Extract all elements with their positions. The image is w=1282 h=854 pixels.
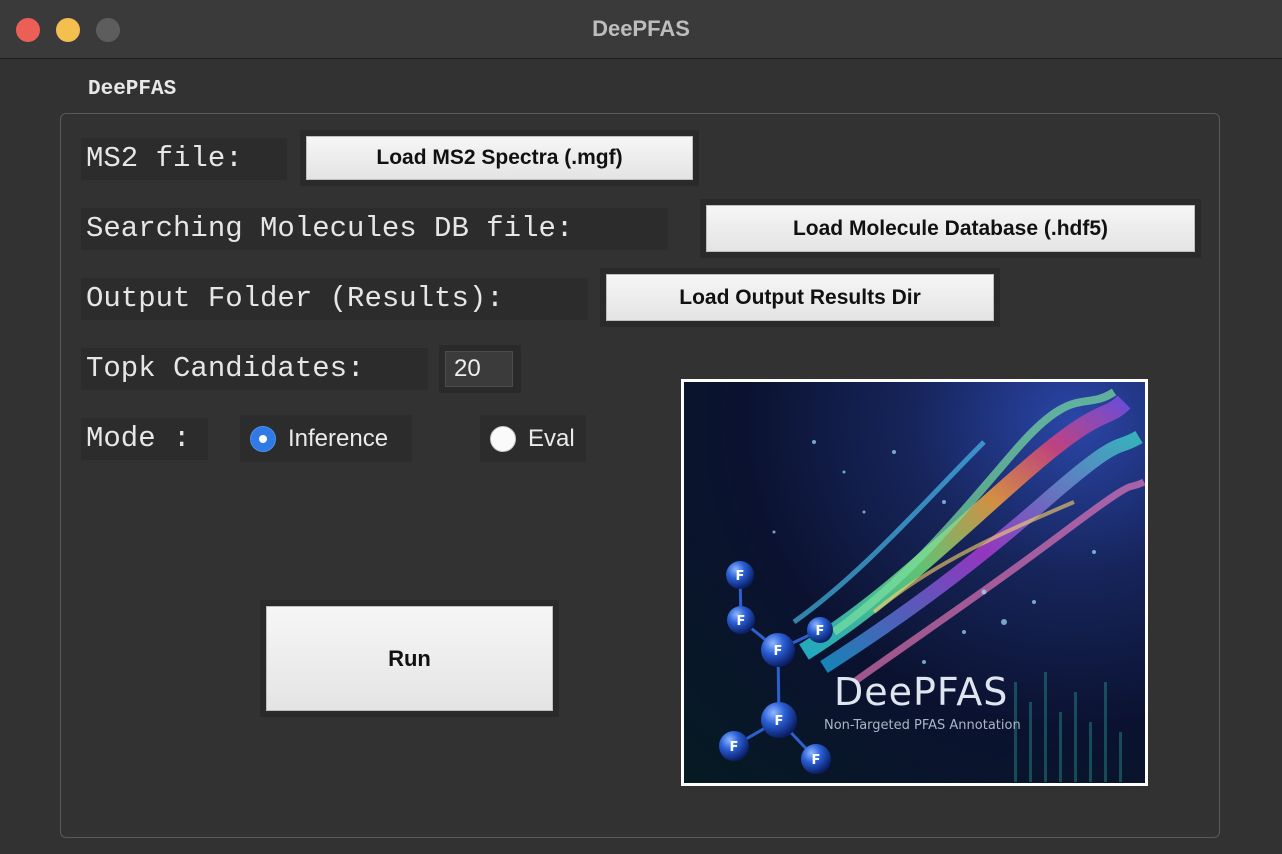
deepfas-logo-image: F F F F F F F DeePFAS Non-Targeted PFAS … (684, 382, 1145, 783)
load-molecule-db-button[interactable]: Load Molecule Database (.hdf5) (706, 205, 1195, 252)
mode-eval-label: Eval (528, 424, 575, 452)
svg-text:F: F (736, 569, 745, 584)
ms2-button-frame: Load MS2 Spectra (.mgf) (300, 130, 699, 186)
logo-image-frame: F F F F F F F DeePFAS Non-Targeted PFAS … (681, 379, 1148, 786)
mode-inference-option[interactable]: Inference (240, 415, 412, 462)
mode-eval-option[interactable]: Eval (480, 415, 586, 462)
run-button-frame: Run (260, 600, 559, 717)
mode-inference-label: Inference (288, 424, 389, 452)
svg-text:F: F (816, 624, 825, 639)
topk-label: Topk Candidates: (81, 348, 428, 390)
db-file-label: Searching Molecules DB file: (81, 208, 668, 250)
svg-text:F: F (730, 740, 739, 755)
logo-subtitle: Non-Targeted PFAS Annotation (824, 718, 1021, 733)
radio-unselected-icon[interactable] (490, 425, 516, 452)
topk-input-frame: 20 (439, 345, 521, 393)
frame-label: DeePFAS (88, 78, 177, 101)
logo-title: DeePFAS (834, 670, 1009, 714)
radio-selected-icon[interactable] (250, 425, 276, 452)
svg-text:F: F (775, 714, 784, 729)
ms2-file-label: MS2 file: (81, 138, 287, 180)
mode-label: Mode : (81, 418, 208, 460)
load-output-dir-button[interactable]: Load Output Results Dir (606, 274, 994, 321)
topk-input[interactable]: 20 (445, 351, 513, 387)
db-button-frame: Load Molecule Database (.hdf5) (700, 199, 1201, 258)
load-ms2-button[interactable]: Load MS2 Spectra (.mgf) (306, 136, 693, 180)
output-button-frame: Load Output Results Dir (600, 268, 1000, 327)
title-bar: DeePFAS (0, 0, 1282, 59)
window-title: DeePFAS (592, 16, 690, 41)
svg-text:F: F (774, 644, 783, 659)
output-folder-label: Output Folder (Results): (81, 278, 588, 320)
svg-text:F: F (737, 614, 746, 629)
svg-text:F: F (812, 753, 821, 768)
run-button[interactable]: Run (266, 606, 553, 711)
